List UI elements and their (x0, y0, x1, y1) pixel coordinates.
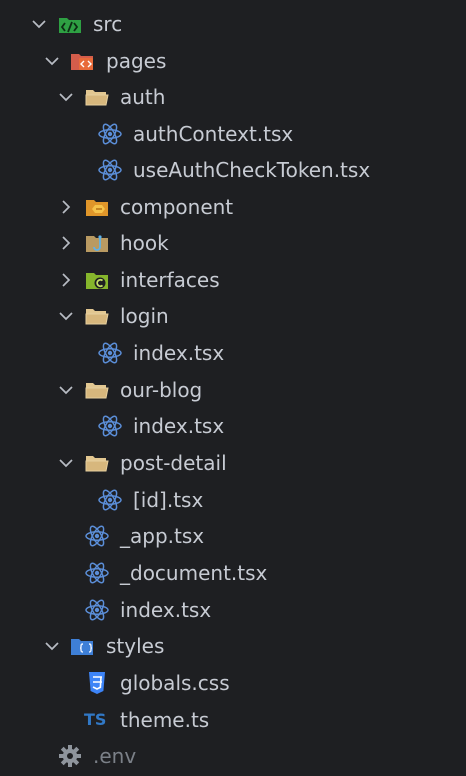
chevron-right-icon[interactable] (56, 270, 76, 290)
react-icon (97, 341, 123, 365)
hook-folder-icon (84, 231, 110, 255)
tree-item-auth-folder[interactable]: auth (0, 79, 466, 115)
tree-item-label: authContext.tsx (133, 122, 294, 146)
chevron-down-icon[interactable] (56, 380, 76, 400)
react-icon (97, 158, 123, 182)
tree-item-label: pages (106, 49, 167, 73)
tree-item-file[interactable]: .env (0, 738, 466, 774)
chevron-down-icon[interactable] (56, 453, 76, 473)
pages-folder-icon (70, 49, 96, 73)
tree-item-label: .env (93, 744, 137, 768)
typescript-icon: TS (84, 710, 107, 729)
tree-item-src-folder[interactable]: src (0, 6, 466, 42)
file-explorer-tree: src pages auth authContext.tsx useAuthCh… (0, 0, 466, 776)
tree-item-label: globals.css (120, 671, 230, 695)
folder-open-icon (84, 378, 110, 402)
react-icon (97, 488, 123, 512)
tree-item-label: useAuthCheckToken.tsx (133, 158, 371, 182)
tree-item-our-blog-folder[interactable]: our-blog (0, 372, 466, 408)
folder-open-icon (84, 85, 110, 109)
tree-item-file[interactable]: globals.css (0, 665, 466, 701)
interfaces-folder-icon (84, 268, 110, 292)
folder-open-icon (84, 451, 110, 475)
tree-item-styles-folder[interactable]: styles (0, 628, 466, 664)
tree-item-component-folder[interactable]: component (0, 189, 466, 225)
tree-item-label: _document.tsx (120, 561, 268, 585)
tree-item-file[interactable]: authContext.tsx (0, 116, 466, 152)
tree-item-file[interactable]: [id].tsx (0, 482, 466, 518)
tree-item-label: index.tsx (120, 598, 212, 622)
react-icon (84, 598, 110, 622)
chevron-down-icon[interactable] (29, 14, 49, 34)
tree-item-label: component (120, 195, 234, 219)
src-folder-icon (57, 12, 83, 36)
tree-item-file[interactable]: index.tsx (0, 592, 466, 628)
tree-item-file[interactable]: _document.tsx (0, 555, 466, 591)
tree-item-label: interfaces (120, 268, 220, 292)
tree-item-label: hook (120, 231, 169, 255)
tree-item-label: post-detail (120, 451, 227, 475)
component-folder-icon (84, 195, 110, 219)
tree-item-login-folder[interactable]: login (0, 298, 466, 334)
folder-open-icon (84, 304, 110, 328)
tree-item-label: our-blog (120, 378, 203, 402)
styles-folder-icon (70, 634, 96, 658)
tree-item-pages-folder[interactable]: pages (0, 43, 466, 79)
tree-item-post-detail-folder[interactable]: post-detail (0, 445, 466, 481)
chevron-down-icon[interactable] (56, 87, 76, 107)
gear-icon (57, 744, 83, 768)
tree-item-label: index.tsx (133, 414, 225, 438)
tree-item-label: login (120, 304, 169, 328)
tree-item-label: [id].tsx (133, 488, 204, 512)
chevron-down-icon[interactable] (42, 51, 62, 71)
react-icon (84, 524, 110, 548)
tree-item-file[interactable]: TS theme.ts (0, 702, 466, 738)
tree-item-label: _app.tsx (120, 524, 205, 548)
tree-item-interfaces-folder[interactable]: interfaces (0, 262, 466, 298)
tree-item-file[interactable]: index.tsx (0, 408, 466, 444)
chevron-down-icon[interactable] (56, 306, 76, 326)
tree-item-label: styles (106, 634, 165, 658)
react-icon (97, 122, 123, 146)
tree-item-file[interactable]: useAuthCheckToken.tsx (0, 152, 466, 188)
css-icon (84, 671, 110, 695)
tree-item-label: auth (120, 85, 166, 109)
chevron-right-icon[interactable] (56, 197, 76, 217)
tree-item-hook-folder[interactable]: hook (0, 225, 466, 261)
chevron-down-icon[interactable] (42, 636, 62, 656)
tree-item-label: index.tsx (133, 341, 225, 365)
chevron-right-icon[interactable] (56, 233, 76, 253)
react-icon (84, 561, 110, 585)
tree-item-label: src (93, 12, 123, 36)
tree-item-file[interactable]: _app.tsx (0, 518, 466, 554)
tree-item-file[interactable]: index.tsx (0, 335, 466, 371)
react-icon (97, 414, 123, 438)
tree-item-label: theme.ts (120, 708, 210, 732)
